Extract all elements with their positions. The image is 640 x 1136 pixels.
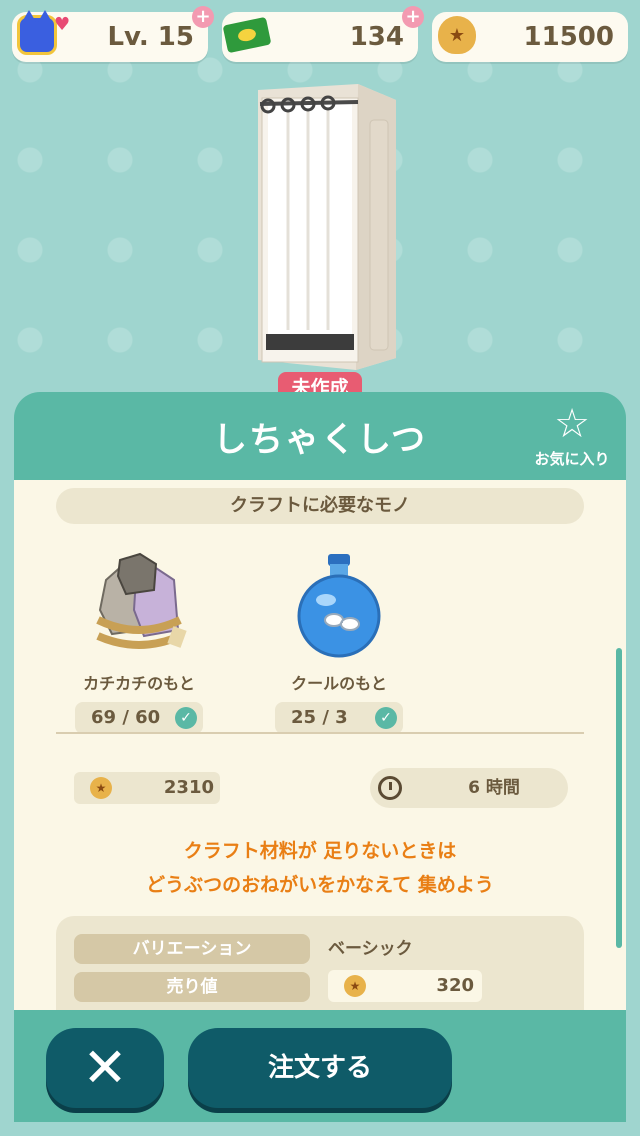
- level-indicator[interactable]: ♥ Lv. 15 +: [12, 6, 214, 62]
- materials-section-title: クラフトに必要なモノ: [56, 488, 584, 524]
- scrollbar[interactable]: [616, 648, 622, 948]
- divider: [56, 732, 584, 734]
- star-icon: ☆: [554, 401, 590, 447]
- hint-line-2: どうぶつのおねがいをかなえて 集めよう: [146, 874, 494, 896]
- craft-details-panel[interactable]: クラフトに必要なモノ カチカチのもと 69 / 60 ✓ クールのもと 25 /…: [14, 480, 626, 1040]
- hint-line-1: クラフト材料が 足りないときは: [183, 840, 457, 862]
- bell-bag-icon: ★: [434, 10, 480, 60]
- variation-label: バリエーション: [74, 934, 310, 964]
- variation-value: ベーシック: [328, 939, 413, 959]
- material-count: 69 / 60 ✓: [75, 702, 203, 734]
- bells-value: 11500: [523, 22, 614, 52]
- item-header: しちゃくしつ ☆ お気に入り: [14, 392, 626, 480]
- bell-bag-icon: ★: [344, 975, 366, 997]
- check-icon: ✓: [175, 707, 197, 729]
- bell-cost-value: 2310: [163, 777, 214, 798]
- craft-time-value: 6 時間: [468, 778, 520, 798]
- leaf-ticket-counter[interactable]: 134 +: [222, 6, 424, 62]
- sell-price-value: 320: [436, 975, 474, 996]
- bells-counter[interactable]: ★ 11500: [432, 12, 628, 62]
- material-name: カチカチのもと: [83, 674, 195, 693]
- material-item[interactable]: カチカチのもと 69 / 60 ✓: [44, 550, 234, 734]
- bell-cost: ★ 2310: [74, 772, 220, 804]
- close-button[interactable]: ✕: [46, 1028, 164, 1108]
- material-item[interactable]: クールのもと 25 / 3 ✓: [244, 550, 434, 734]
- check-icon: ✓: [375, 707, 397, 729]
- materials-hint: クラフト材料が 足りないときは どうぶつのおねがいをかなえて 集めよう: [14, 834, 626, 902]
- fitting-room-image: [258, 84, 396, 370]
- clock-icon: [378, 776, 402, 800]
- sell-price: ★ 320: [328, 970, 482, 1002]
- sell-price-label: 売り値: [74, 972, 310, 1002]
- favorite-button[interactable]: ☆ お気に入り: [526, 404, 618, 469]
- zoom-icon[interactable]: +: [192, 6, 214, 28]
- material-name: クールのもと: [291, 674, 387, 693]
- add-tickets-button[interactable]: +: [402, 6, 424, 28]
- level-value: Lv. 15: [107, 22, 194, 52]
- close-icon: ✕: [82, 1036, 128, 1099]
- craft-time: 6 時間: [370, 768, 568, 808]
- order-button[interactable]: 注文する: [188, 1028, 452, 1108]
- cool-essence-icon: [297, 554, 381, 658]
- heart-icon: ♥: [54, 14, 71, 35]
- action-footer: ✕ 注文する: [14, 1010, 626, 1122]
- material-count-value: 69 / 60: [91, 707, 161, 728]
- favorite-label: お気に入り: [534, 450, 610, 468]
- leaf-ticket-value: 134: [349, 22, 404, 52]
- bell-bag-icon: ★: [90, 777, 112, 799]
- material-count: 25 / 3 ✓: [275, 702, 403, 734]
- material-count-value: 25 / 3: [291, 707, 348, 728]
- leaf-ticket-icon: [222, 10, 272, 60]
- hard-essence-icon: [96, 552, 187, 649]
